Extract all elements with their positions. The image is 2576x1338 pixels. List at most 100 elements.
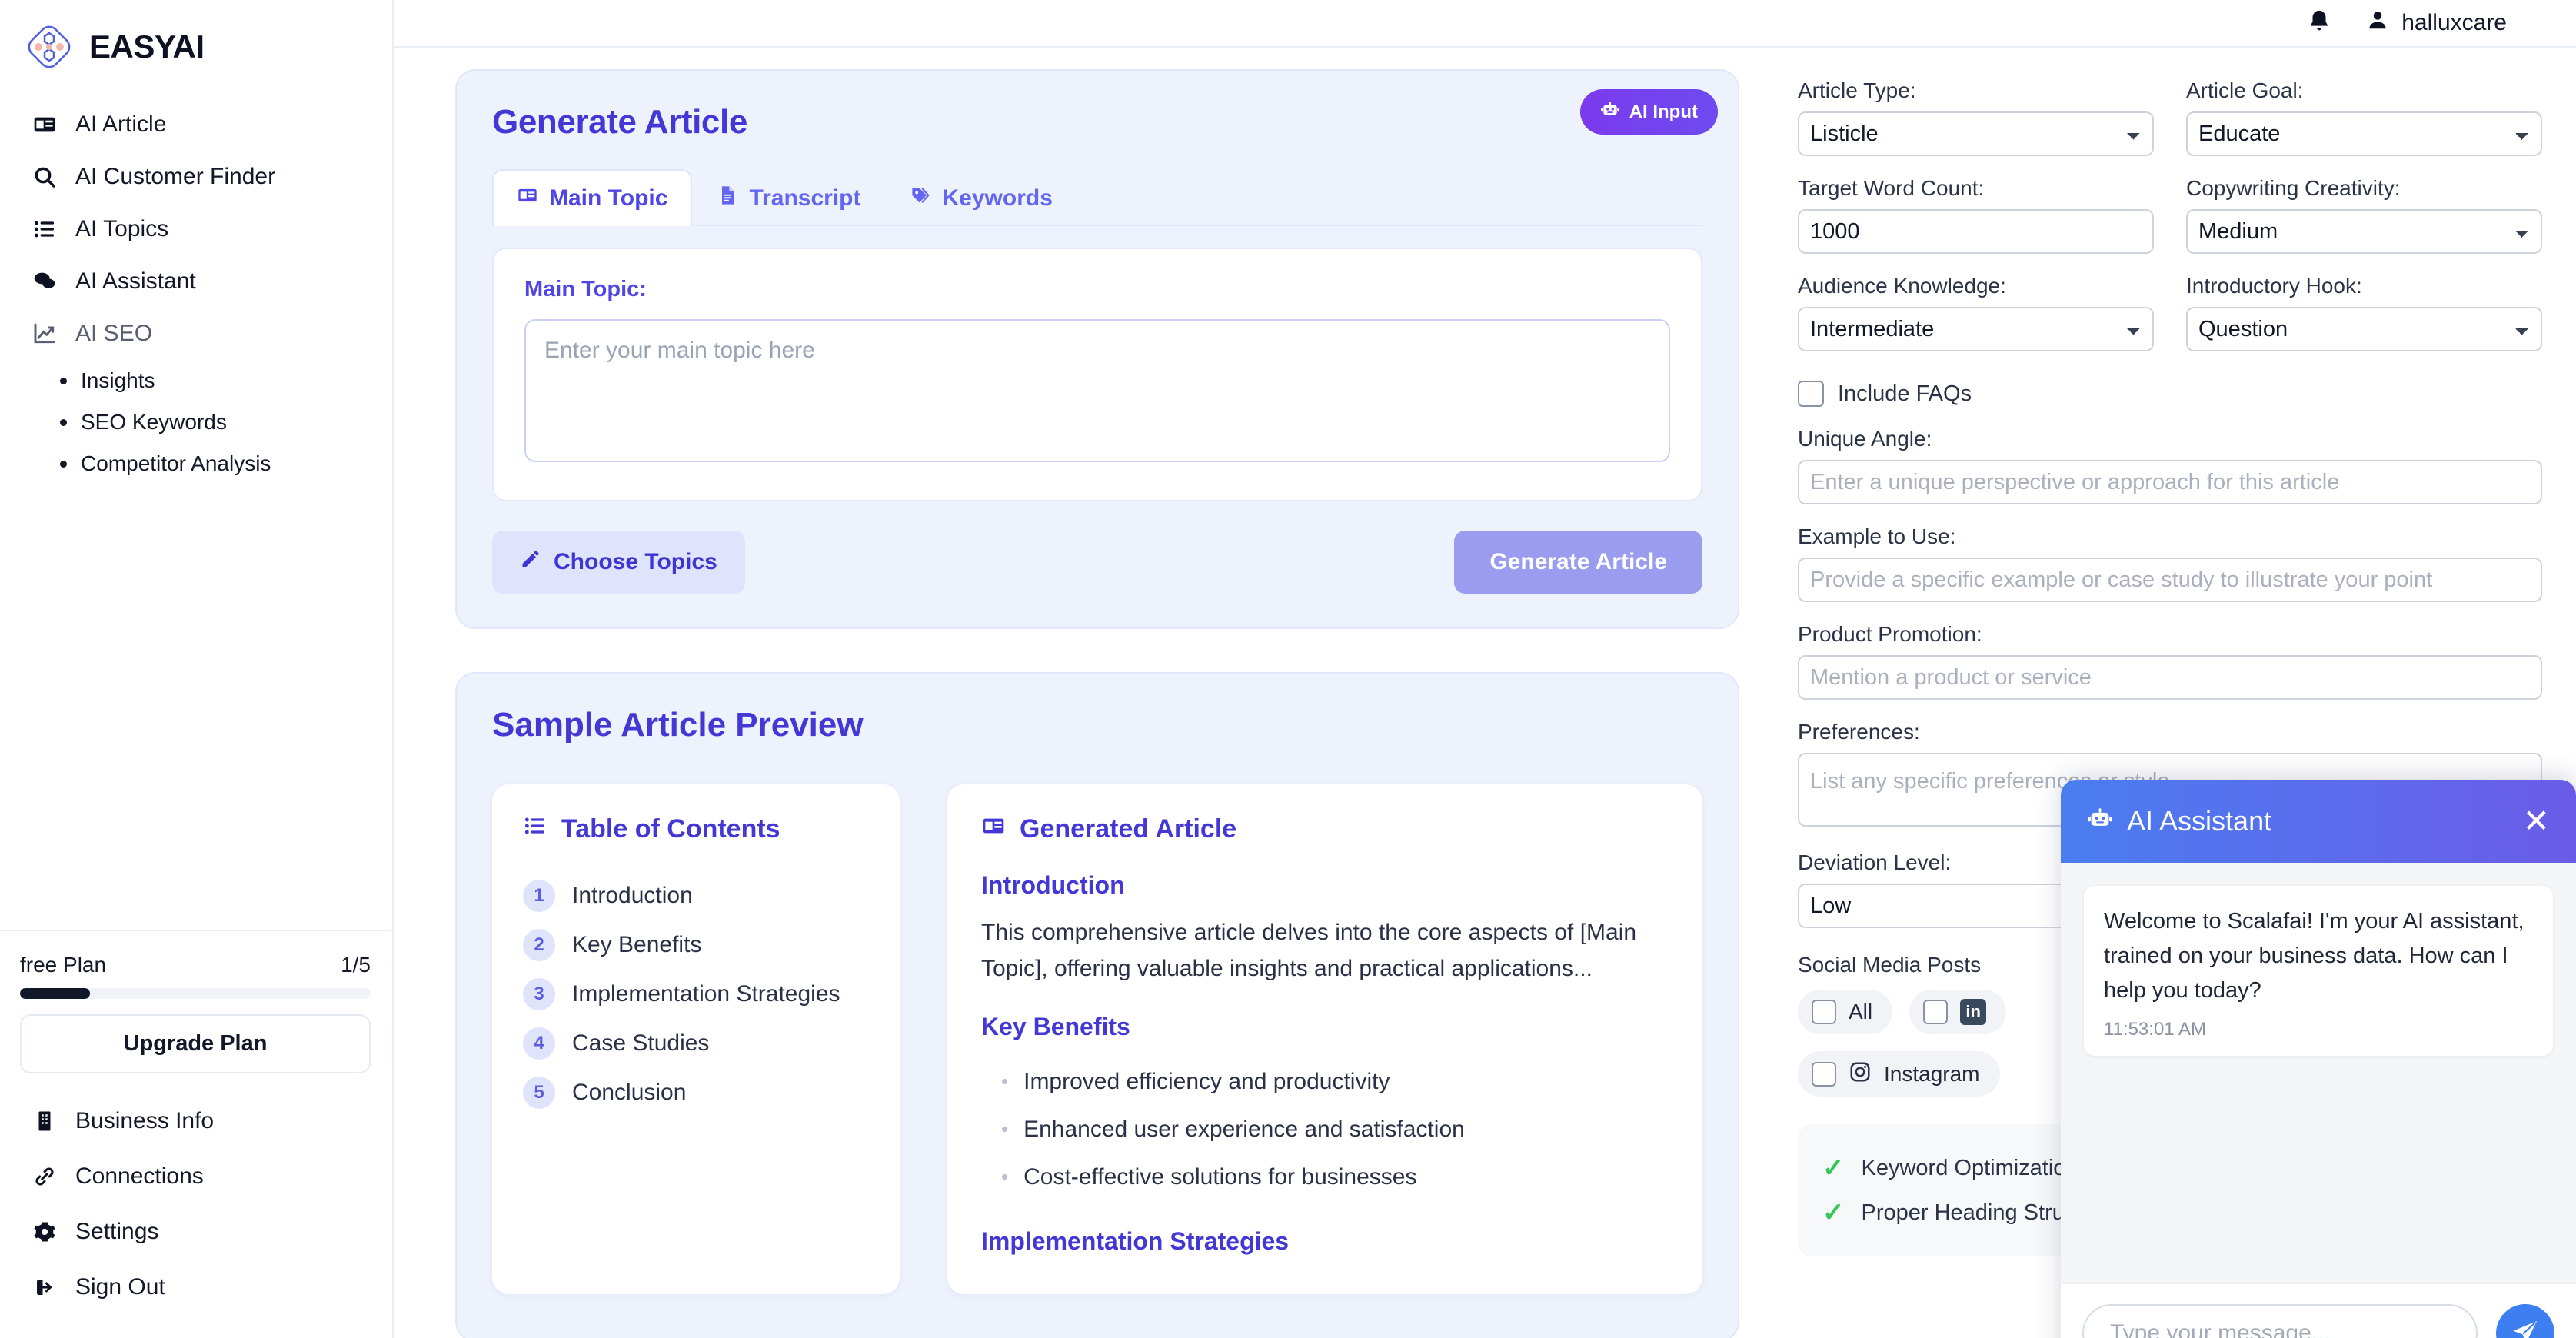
product-promotion-group: Product Promotion: — [1798, 622, 2542, 700]
benefit-label: Enhanced user experience and satisfactio… — [1023, 1117, 1465, 1142]
bullet-icon — [60, 377, 67, 384]
list-item[interactable]: 1 Introduction — [523, 871, 869, 920]
user-icon — [2366, 8, 2389, 38]
instagram-icon — [1849, 1060, 1872, 1087]
trending-up-icon — [31, 320, 58, 348]
toc-number: 3 — [523, 978, 555, 1010]
sidebar-subitem-label: Insights — [81, 368, 155, 392]
audience-knowledge-select[interactable]: Intermediate — [1798, 307, 2154, 351]
toc-number: 5 — [523, 1077, 555, 1109]
sidebar-item-label: AI Customer Finder — [75, 164, 276, 189]
toc-number: 4 — [523, 1027, 555, 1060]
social-linkedin-checkbox[interactable] — [1923, 1000, 1949, 1024]
sidebar-footer: free Plan 1/5 Upgrade Plan Business Info — [0, 930, 391, 1338]
sidebar-item-ai-seo[interactable]: AI SEO — [0, 308, 392, 360]
robot-icon — [1600, 99, 1620, 125]
bullet-icon — [60, 460, 67, 468]
introductory-hook-select[interactable]: Question — [2186, 307, 2542, 351]
close-icon[interactable]: ✕ — [2523, 805, 2550, 837]
main-topic-panel: Main Topic: — [492, 248, 1702, 501]
copywriting-creativity-select[interactable]: Medium — [2186, 209, 2542, 254]
chat-bubbles-icon — [31, 268, 58, 295]
social-instagram-checkbox[interactable] — [1812, 1061, 1836, 1087]
chat-message-timestamp: 11:53:01 AM — [2104, 1018, 2206, 1040]
brand[interactable]: EASYAI — [0, 0, 392, 77]
social-all-checkbox[interactable] — [1812, 1000, 1836, 1024]
ai-input-badge[interactable]: AI Input — [1579, 89, 1718, 135]
sidebar-item-sign-out[interactable]: Sign Out — [20, 1260, 371, 1315]
unique-angle-label: Unique Angle: — [1798, 427, 1932, 451]
ai-assistant-chat-widget: AI Assistant ✕ Welcome to Scalafai! I'm … — [2061, 780, 2576, 1338]
social-option-all[interactable]: All — [1798, 990, 1893, 1034]
gear-icon — [31, 1218, 58, 1246]
main-topic-label: Main Topic: — [524, 277, 647, 301]
generate-article-button[interactable]: Generate Article — [1454, 531, 1702, 594]
preferences-label: Preferences: — [1798, 720, 1920, 744]
sidebar-item-ai-topics[interactable]: AI Topics — [0, 203, 392, 255]
username-label: halluxcare — [2401, 10, 2507, 35]
list-item[interactable]: 2 Key Benefits — [523, 920, 869, 970]
tab-main-topic[interactable]: Main Topic — [492, 169, 693, 226]
choose-topics-button[interactable]: Choose Topics — [492, 531, 745, 594]
unique-angle-input[interactable] — [1798, 460, 2542, 504]
include-faqs-row[interactable]: Include FAQs — [1798, 381, 2542, 407]
article-intro-text: This comprehensive article delves into t… — [981, 920, 1637, 981]
toc-list: 1 Introduction 2 Key Benefits 3 Implemen… — [523, 871, 869, 1117]
social-option-instagram[interactable]: Instagram — [1798, 1051, 2000, 1097]
example-to-use-input[interactable] — [1798, 558, 2542, 602]
sidebar-item-label: AI Topics — [75, 216, 169, 241]
sidebar-item-business-info[interactable]: Business Info — [20, 1093, 371, 1149]
list-item[interactable]: 5 Conclusion — [523, 1068, 869, 1117]
tab-transcript[interactable]: Transcript — [692, 169, 885, 226]
tab-keywords[interactable]: Keywords — [886, 169, 1077, 226]
bell-icon[interactable] — [2306, 8, 2332, 38]
generated-article-card: Generated Article Introduction This comp… — [947, 784, 1702, 1294]
sidebar-item-ai-customer-finder[interactable]: AI Customer Finder — [0, 151, 392, 203]
list-item[interactable]: 3 Implementation Strategies — [523, 970, 869, 1019]
sidebar-item-label: Settings — [75, 1219, 159, 1244]
include-faqs-checkbox[interactable] — [1798, 381, 1824, 407]
sidebar-item-ai-assistant[interactable]: AI Assistant — [0, 255, 392, 308]
target-word-count-input[interactable] — [1798, 209, 2154, 254]
feature-label: Keyword Optimization — [1861, 1155, 2078, 1180]
article-section-heading: Implementation Strategies — [981, 1227, 1290, 1255]
article-type-group: Article Type: Listicle — [1798, 78, 2154, 156]
benefit-label: Cost-effective solutions for businesses — [1023, 1164, 1417, 1190]
social-option-linkedin[interactable]: in — [1909, 990, 2007, 1034]
bullet-icon — [60, 418, 67, 426]
upgrade-plan-button[interactable]: Upgrade Plan — [20, 1014, 371, 1073]
sign-out-icon — [31, 1273, 58, 1301]
sidebar-item-insights[interactable]: Insights — [60, 360, 392, 401]
product-promotion-input[interactable] — [1798, 655, 2542, 700]
table-icon — [981, 814, 1006, 845]
toc-label: Case Studies — [572, 1030, 710, 1056]
copywriting-creativity-label: Copywriting Creativity: — [2186, 176, 2401, 200]
sidebar-item-seo-keywords[interactable]: SEO Keywords — [60, 401, 392, 443]
send-message-button[interactable] — [2496, 1304, 2554, 1338]
sidebar-item-settings[interactable]: Settings — [20, 1204, 371, 1260]
audience-knowledge-label: Audience Knowledge: — [1798, 274, 2006, 298]
check-icon: ✓ — [1822, 1153, 1845, 1183]
example-to-use-label: Example to Use: — [1798, 524, 1956, 548]
introductory-hook-label: Introductory Hook: — [2186, 274, 2362, 298]
sidebar: EASYAI AI Article AI Customer Finder AI … — [0, 0, 394, 1338]
sidebar-item-ai-article[interactable]: AI Article — [0, 98, 392, 151]
send-icon — [2511, 1319, 2539, 1338]
tab-bar: Main Topic Transcript Keywords — [492, 168, 1702, 226]
sidebar-item-connections[interactable]: Connections — [20, 1149, 371, 1204]
plan-row: free Plan 1/5 — [20, 953, 371, 977]
user-menu[interactable]: halluxcare — [2366, 8, 2507, 38]
article-section-heading: Introduction — [981, 871, 1125, 899]
primary-nav: AI Article AI Customer Finder AI Topics … — [0, 77, 392, 484]
main-topic-input[interactable] — [524, 319, 1670, 462]
sidebar-item-competitor-analysis[interactable]: Competitor Analysis — [60, 443, 392, 484]
social-all-label: All — [1849, 1000, 1873, 1023]
linkedin-icon: in — [1960, 999, 1987, 1025]
article-goal-select[interactable]: Educate — [2186, 112, 2542, 156]
article-type-select[interactable]: Listicle — [1798, 112, 2154, 156]
list-item[interactable]: 4 Case Studies — [523, 1019, 869, 1068]
chat-message-text: Welcome to Scalafai! I'm your AI assista… — [2104, 909, 2524, 1003]
sidebar-item-label: Connections — [75, 1163, 204, 1189]
chat-message-input[interactable] — [2082, 1304, 2478, 1338]
secondary-nav: Business Info Connections Settings Sign … — [20, 1093, 371, 1315]
